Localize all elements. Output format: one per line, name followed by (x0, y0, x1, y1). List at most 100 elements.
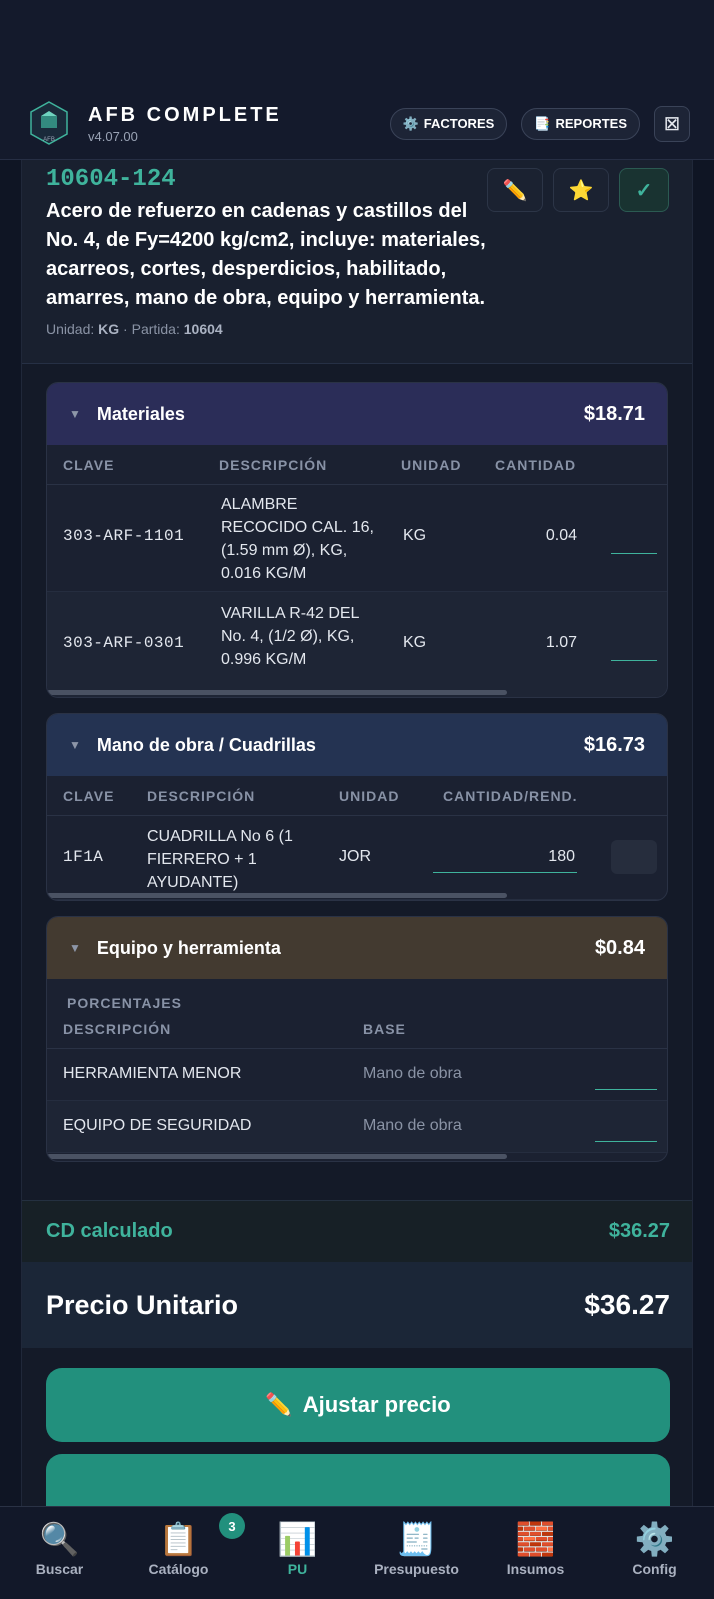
collapse-triangle-icon: ▼ (69, 941, 81, 955)
materiales-table-header: CLAVE DESCRIPCIÓN UNIDAD CANTIDAD (47, 445, 667, 485)
receipt-icon: 🧾 (396, 1521, 437, 1557)
edit-button[interactable]: ✏️ (487, 168, 543, 212)
collapse-triangle-icon: ▼ (69, 407, 81, 421)
base-cell: Mano de obra (363, 1117, 462, 1134)
equipo-card: ▼ Equipo y herramienta $0.84 PORCENTAJES… (46, 916, 668, 1162)
ajustar-precio-label: Ajustar precio (302, 1392, 451, 1417)
cantidad-input[interactable]: 180 (487, 848, 575, 866)
status-area (0, 0, 714, 88)
svg-text:AFB: AFB (43, 137, 55, 143)
row-action-button[interactable] (611, 840, 657, 874)
favorite-button[interactable]: ⭐ (553, 168, 609, 212)
input-underline[interactable] (595, 1089, 657, 1090)
descripcion-cell: HERRAMIENTA MENOR (63, 1065, 242, 1082)
nav-label: Insumos (506, 1561, 565, 1577)
star-icon: ⭐ (568, 179, 594, 202)
clave-cell: 303-ARF-1101 (63, 527, 185, 545)
descripcion-cell: ALAMBRE RECOCIDO CAL. 16, (1.59 mm Ø), K… (221, 496, 374, 582)
equipo-header[interactable]: ▼ Equipo y herramienta $0.84 (47, 917, 667, 979)
col-clave: CLAVE (63, 456, 115, 473)
header-actions: ⚙️ FACTORES 📑 REPORTES ⊠ (389, 105, 690, 142)
input-underline[interactable] (595, 1141, 657, 1142)
factores-label: FACTORES (423, 116, 495, 131)
materiales-title: Materiales (96, 403, 185, 424)
mano-obra-card: ▼ Mano de obra / Cuadrillas $16.73 CLAVE… (46, 713, 668, 901)
clave-cell: 1F1A (63, 848, 104, 866)
precio-unitario-row: Precio Unitario $36.27 (22, 1262, 692, 1348)
col-descripcion: DESCRIPCIÓN (219, 456, 328, 473)
gear-icon: ⚙️ (634, 1521, 675, 1557)
col-unidad: UNIDAD (339, 787, 400, 804)
mano-obra-title: Mano de obra / Cuadrillas (96, 734, 316, 755)
descripcion-cell: CUADRILLA No 6 (1 FIERRERO + 1 AYUDANTE) (147, 828, 293, 891)
materiales-total: $18.71 (583, 402, 645, 425)
horizontal-scrollbar[interactable] (47, 893, 507, 898)
mano-obra-total: $16.73 (583, 733, 645, 756)
horizontal-scrollbar[interactable] (47, 690, 507, 695)
cd-value: $36.27 (608, 1220, 670, 1242)
clipboard-icon: 📋 (158, 1521, 199, 1557)
bottom-nav: 🔍 Buscar 📋 Catálogo 3 📊 PU 🧾 Presupuesto… (0, 1506, 714, 1599)
factores-button[interactable]: ⚙️ FACTORES (389, 107, 508, 140)
col-unidad: UNIDAD (401, 456, 462, 473)
materiales-header[interactable]: ▼ Materiales $18.71 (47, 383, 667, 445)
nav-presupuesto[interactable]: 🧾 Presupuesto (357, 1507, 476, 1599)
col-descripcion: DESCRIPCIÓN (63, 1020, 172, 1037)
mano-obra-header[interactable]: ▼ Mano de obra / Cuadrillas $16.73 (47, 714, 667, 776)
table-row: 303-ARF-0301 VARILLA R-42 DEL No. 4, (1/… (47, 592, 667, 697)
collapse-triangle-icon: ▼ (69, 738, 81, 752)
col-clave: CLAVE (63, 787, 115, 804)
nav-label: Buscar (35, 1561, 84, 1577)
input-underline[interactable] (611, 660, 657, 661)
nav-buscar[interactable]: 🔍 Buscar (0, 1507, 119, 1599)
input-underline[interactable] (433, 872, 577, 873)
porcentajes-section: PORCENTAJES (47, 979, 667, 1011)
pencil-icon: ✏️ (265, 1392, 293, 1417)
nav-catalogo[interactable]: 📋 Catálogo 3 (119, 1507, 245, 1599)
cantidad-cell[interactable]: 0.04 (517, 527, 577, 545)
base-cell: Mano de obra (363, 1065, 462, 1082)
app-version: v4.07.00 (88, 128, 138, 144)
nav-config[interactable]: ⚙️ Config (595, 1507, 714, 1599)
table-row: 1F1A CUADRILLA No 6 (1 FIERRERO + 1 AYUD… (47, 816, 667, 900)
unidad-cell: KG (403, 527, 427, 544)
nav-label: Presupuesto (374, 1561, 459, 1577)
col-cantidad-rend: CANTIDAD/REND. (443, 787, 578, 804)
brand: AFB COMPLETE v4.07.00 (88, 104, 282, 144)
bricks-icon: 🧱 (515, 1521, 556, 1557)
descripcion-cell: VARILLA R-42 DEL No. 4, (1/2 Ø), KG, 0.9… (221, 605, 359, 668)
pu-value: $36.27 (584, 1289, 670, 1320)
table-row: 303-ARF-1101 ALAMBRE RECOCIDO CAL. 16, (… (47, 485, 667, 592)
app-title: AFB COMPLETE (88, 103, 282, 126)
nav-pu[interactable]: 📊 PU (238, 1507, 357, 1599)
close-icon: ⊠ (663, 113, 681, 135)
equipo-table-header: DESCRIPCIÓN BASE (47, 1009, 667, 1049)
col-cantidad: CANTIDAD (495, 456, 577, 473)
secondary-action-button[interactable] (46, 1454, 670, 1506)
nav-insumos[interactable]: 🧱 Insumos (476, 1507, 595, 1599)
item-meta: Unidad: KG · Partida: 10604 (46, 321, 668, 337)
pencil-icon: ✏️ (502, 179, 528, 202)
input-underline[interactable] (611, 553, 657, 554)
equipo-total: $0.84 (594, 936, 645, 959)
reportes-label: REPORTES (555, 116, 627, 131)
cantidad-cell[interactable]: 1.07 (517, 634, 577, 652)
reportes-button[interactable]: 📑 REPORTES (521, 107, 640, 140)
cd-calculado-row: CD calculado $36.27 (22, 1200, 692, 1262)
item-header: 10604-124 Acero de refuerzo en cadenas y… (22, 160, 692, 364)
descripcion-cell: EQUIPO DE SEGURIDAD (63, 1117, 252, 1134)
partida-label: Partida: (131, 321, 180, 337)
app-header: AFB AFB COMPLETE v4.07.00 ⚙️ FACTORES 📑 … (0, 88, 714, 160)
partida-value: 10604 (183, 321, 223, 337)
cd-label: CD calculado (46, 1220, 173, 1242)
col-descripcion: DESCRIPCIÓN (147, 787, 256, 804)
confirm-button[interactable]: ✓ (619, 168, 669, 212)
ajustar-precio-button[interactable]: ✏️ Ajustar precio (46, 1368, 670, 1442)
materiales-card: ▼ Materiales $18.71 CLAVE DESCRIPCIÓN UN… (46, 382, 668, 698)
equipo-title: Equipo y herramienta (96, 937, 281, 958)
close-button[interactable]: ⊠ (654, 105, 690, 142)
unidad-cell: KG (403, 634, 427, 651)
nav-label: PU (287, 1561, 308, 1577)
horizontal-scrollbar[interactable] (47, 1154, 507, 1159)
clave-cell: 303-ARF-0301 (63, 634, 185, 652)
